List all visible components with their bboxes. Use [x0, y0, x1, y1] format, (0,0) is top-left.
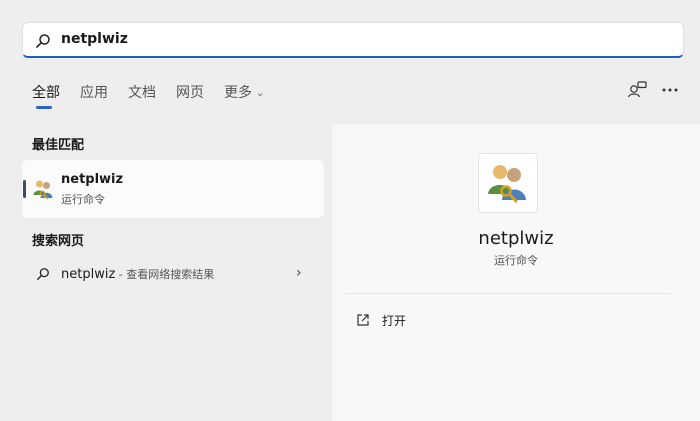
web-search-suffix: - 查看网络搜索结果: [115, 268, 215, 281]
best-match-subtitle: 运行命令: [61, 193, 105, 206]
user-accounts-icon: [488, 165, 526, 204]
accounts-icon[interactable]: [626, 80, 650, 100]
tab-apps[interactable]: 应用: [80, 80, 108, 104]
detail-title: netplwiz: [478, 228, 554, 249]
tab-more[interactable]: 更多 ⌄: [224, 80, 264, 104]
more-options-icon[interactable]: [658, 80, 682, 100]
chevron-down-icon: ⌄: [256, 87, 265, 99]
web-search-result[interactable]: netplwiz - 查看网络搜索结果 ›: [22, 262, 324, 286]
tab-all[interactable]: 全部: [32, 80, 60, 104]
open-button-label: 打开: [382, 314, 407, 328]
open-external-icon: [357, 314, 369, 326]
tab-web[interactable]: 网页: [176, 80, 204, 104]
open-button[interactable]: 打开: [354, 310, 474, 332]
search-input[interactable]: netplwiz: [61, 31, 128, 47]
tab-documents[interactable]: 文档: [128, 80, 156, 104]
detail-panel: netplwiz 运行命令 打开: [332, 124, 700, 421]
best-match-header: 最佳匹配: [32, 138, 85, 153]
web-search-query: netplwiz: [61, 267, 116, 282]
detail-icon-frame: [478, 153, 538, 213]
best-match-item[interactable]: netplwiz 运行命令: [22, 160, 324, 218]
best-match-title: netplwiz: [61, 172, 124, 187]
detail-subtitle: 运行命令: [494, 254, 538, 267]
active-tab-indicator: [36, 106, 52, 109]
user-accounts-icon: [33, 180, 53, 200]
divider: [346, 293, 670, 294]
search-box[interactable]: netplwiz: [22, 22, 684, 58]
chevron-right-icon[interactable]: ›: [296, 265, 302, 281]
selection-indicator: [23, 180, 26, 198]
tab-more-label: 更多: [224, 85, 252, 101]
web-search-header: 搜索网页: [32, 234, 85, 249]
web-search-text: netplwiz - 查看网络搜索结果: [61, 266, 214, 282]
search-icon: [36, 34, 50, 48]
search-icon: [37, 268, 49, 280]
